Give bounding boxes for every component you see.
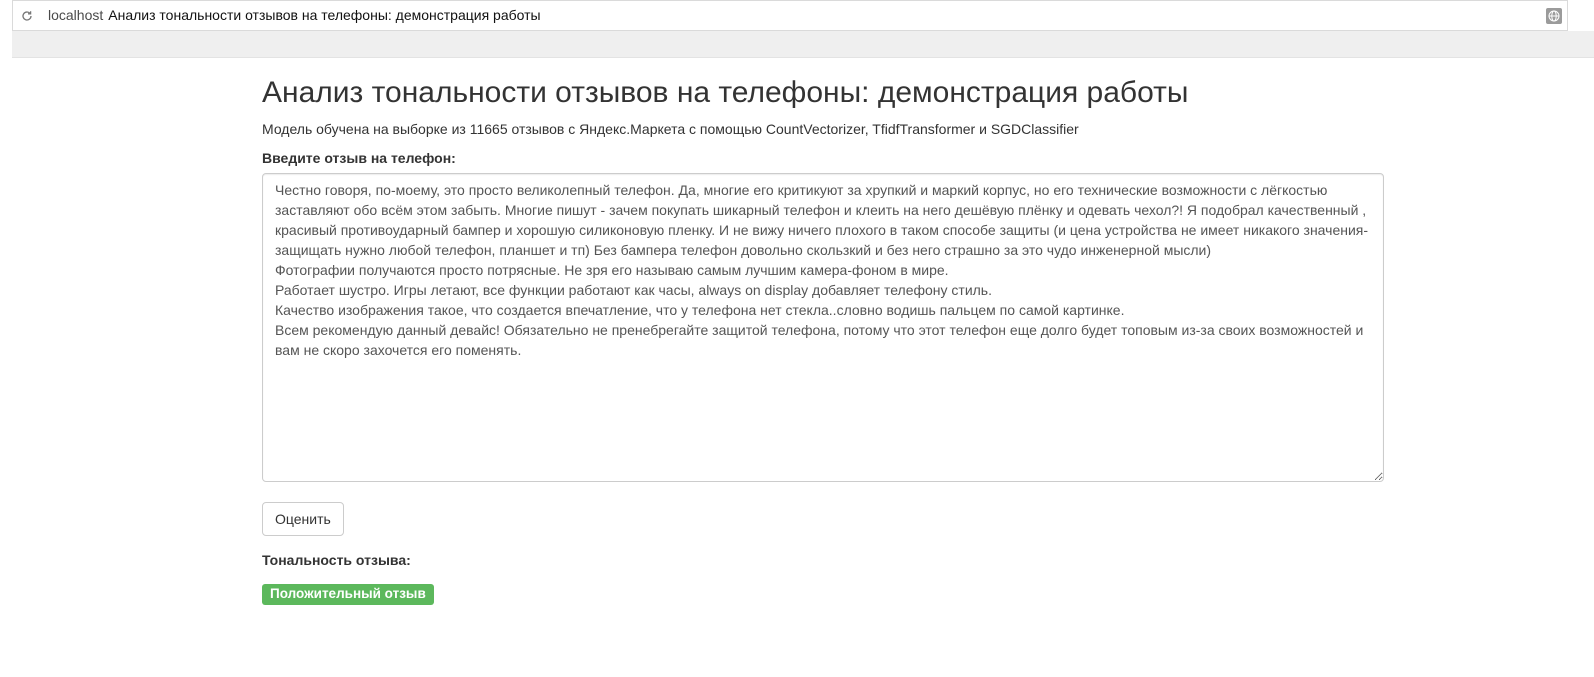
evaluate-button[interactable]: Оценить: [262, 502, 344, 536]
address-host: localhost: [48, 7, 104, 23]
globe-icon[interactable]: [1546, 8, 1562, 24]
page-title: Анализ тональности отзывов на телефоны: …: [262, 76, 1189, 109]
sentiment-badge: Положительный отзыв: [262, 584, 434, 605]
reload-icon[interactable]: [21, 10, 33, 22]
review-input-label: Введите отзыв на телефон:: [262, 150, 456, 166]
model-description: Модель обучена на выборке из 11665 отзыв…: [262, 121, 1079, 137]
review-textarea[interactable]: Честно говоря, по-моему, это просто вели…: [262, 173, 1384, 482]
main-content: Анализ тональности отзывов на телефоны: …: [262, 0, 1384, 677]
sentiment-result-label: Тональность отзыва:: [262, 552, 411, 568]
